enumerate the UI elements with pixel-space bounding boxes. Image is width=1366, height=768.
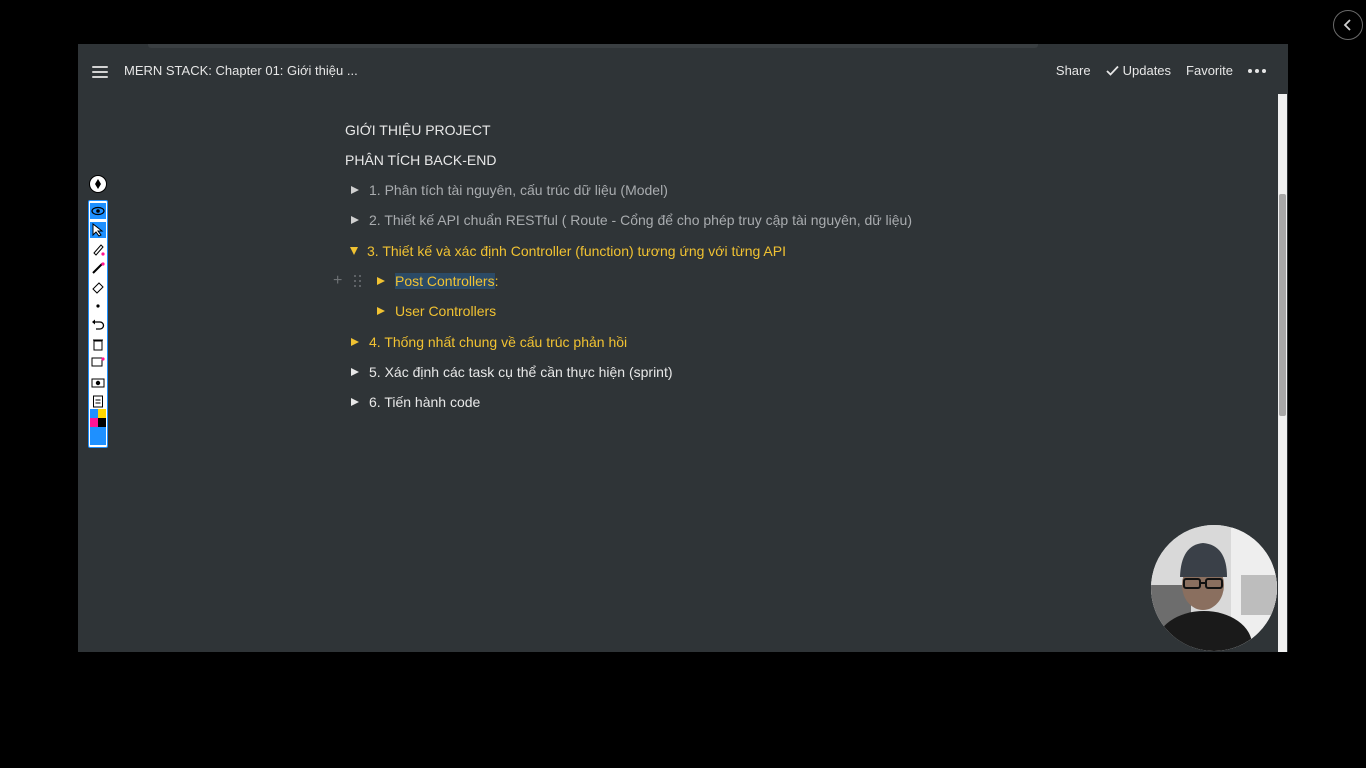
annotation-toolbar	[88, 200, 108, 448]
toggle-arrow-down-icon[interactable]	[350, 247, 358, 255]
clipboard-icon[interactable]	[90, 393, 106, 409]
drag-handle-icon[interactable]	[354, 275, 364, 289]
webcam-overlay	[1151, 525, 1277, 651]
toggle-item-label: 2. Thiết kế API chuẩn RESTful ( Route - …	[369, 212, 912, 228]
selected-text[interactable]: Post Controllers	[395, 273, 495, 289]
chevron-left-icon	[1343, 19, 1351, 31]
toggle-item-5[interactable]: 5. Xác định các task cụ thể cần thực hiệ…	[351, 364, 673, 380]
toggle-item-4[interactable]: 4. Thống nhất chung về cấu trúc phản hồi	[351, 334, 627, 350]
toggle-subitem-post-controllers[interactable]: Post Controllers:	[377, 273, 498, 289]
heading-backend-analysis[interactable]: PHÂN TÍCH BACK-END	[345, 152, 496, 168]
cursor-icon[interactable]	[90, 222, 106, 238]
toggle-item-6[interactable]: 6. Tiến hành code	[351, 394, 480, 410]
toggle-item-label: 4. Thống nhất chung về cấu trúc phản hồi	[369, 334, 628, 350]
color-palette	[90, 409, 106, 447]
toggle-arrow-icon[interactable]	[351, 398, 359, 406]
color-swatch-pink[interactable]	[90, 418, 98, 427]
updates-button[interactable]: Updates	[1105, 63, 1172, 78]
eraser-icon[interactable]	[90, 279, 106, 295]
notion-window: MERN STACK: Chapter 01: Giới thiệu ... S…	[78, 44, 1288, 652]
heading-intro[interactable]: GIỚI THIỆU PROJECT	[345, 122, 491, 138]
pencil-icon[interactable]	[90, 260, 106, 276]
toggle-arrow-icon[interactable]	[377, 277, 385, 285]
back-button[interactable]	[1333, 10, 1363, 40]
dot-icon[interactable]	[90, 298, 106, 314]
toggle-item-1[interactable]: 1. Phân tích tài nguyên, cấu trúc dữ liệ…	[351, 182, 668, 198]
current-color-swatch[interactable]	[90, 427, 106, 445]
undo-icon[interactable]	[90, 317, 106, 333]
subitem-label-suffix: :	[494, 273, 499, 289]
color-swatch-blue[interactable]	[90, 409, 98, 418]
hamburger-menu-icon[interactable]	[92, 65, 110, 79]
color-swatch-yellow[interactable]	[98, 409, 106, 418]
checkmark-icon	[1105, 65, 1119, 76]
page-title[interactable]: MERN STACK: Chapter 01: Giới thiệu ...	[124, 63, 358, 78]
toggle-item-label: 1. Phân tích tài nguyên, cấu trúc dữ liệ…	[369, 182, 668, 198]
toggle-subitem-user-controllers[interactable]: User Controllers	[377, 303, 496, 319]
scrollbar-thumb[interactable]	[1279, 194, 1286, 416]
pen-logo-icon[interactable]	[89, 175, 107, 193]
toggle-arrow-icon[interactable]	[351, 368, 359, 376]
toggle-arrow-icon[interactable]	[351, 338, 359, 346]
whiteboard-icon[interactable]	[90, 355, 106, 371]
color-swatch-black[interactable]	[98, 418, 106, 427]
toggle-item-label: User Controllers	[395, 303, 497, 319]
toggle-item-label: 3. Thiết kế và xác định Controller (func…	[367, 243, 786, 259]
toggle-item-label: 5. Xác định các task cụ thể cần thực hiệ…	[369, 364, 673, 380]
vertical-scrollbar[interactable]	[1278, 94, 1287, 652]
favorite-button[interactable]: Favorite	[1186, 63, 1233, 78]
presenter-video	[1151, 525, 1277, 651]
share-button[interactable]: Share	[1056, 63, 1091, 78]
top-actions: Share Updates Favorite	[1056, 63, 1266, 78]
toggle-item-3[interactable]: 3. Thiết kế và xác định Controller (func…	[350, 243, 786, 259]
camera-icon[interactable]	[90, 374, 106, 390]
trash-icon[interactable]	[90, 336, 106, 352]
toggle-arrow-icon[interactable]	[377, 307, 385, 315]
updates-label: Updates	[1122, 63, 1172, 78]
browser-tab-strip	[148, 44, 1038, 48]
more-options-icon[interactable]	[1248, 68, 1266, 73]
eye-icon[interactable]	[90, 203, 106, 219]
highlighter-icon[interactable]	[90, 241, 106, 257]
toggle-arrow-icon[interactable]	[351, 216, 359, 224]
add-block-icon[interactable]: +	[333, 273, 342, 289]
toggle-item-label: 6. Tiến hành code	[369, 394, 481, 410]
toggle-arrow-icon[interactable]	[351, 186, 359, 194]
topbar: MERN STACK: Chapter 01: Giới thiệu ... S…	[78, 56, 1288, 90]
pen-nib-icon	[95, 179, 101, 189]
toggle-item-2[interactable]: 2. Thiết kế API chuẩn RESTful ( Route - …	[351, 212, 912, 228]
